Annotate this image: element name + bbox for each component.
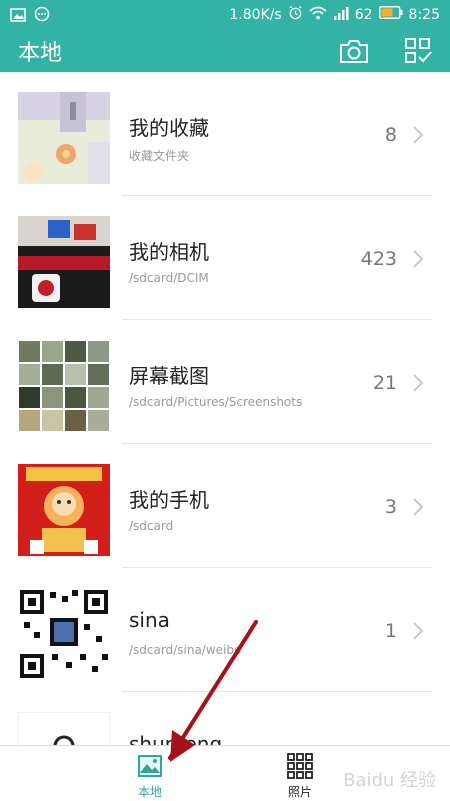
album-count: 8 bbox=[384, 124, 397, 146]
album-row-camera[interactable]: 我的相机 /sdcard/DCIM 423 bbox=[0, 196, 450, 320]
signal-icon bbox=[333, 6, 349, 24]
album-name: shunfeng bbox=[129, 732, 223, 745]
album-thumbnail bbox=[18, 92, 110, 184]
chevron-right-icon bbox=[413, 498, 424, 516]
bottom-nav-local-tab[interactable]: 本地 bbox=[110, 752, 190, 800]
album-thumbnail bbox=[18, 340, 110, 432]
album-path: /sdcard/Pictures/Screenshots bbox=[129, 395, 303, 409]
wifi-icon bbox=[309, 6, 327, 24]
tab-label: 本地 bbox=[137, 785, 162, 799]
grid-icon bbox=[287, 753, 313, 779]
album-path: /sdcard bbox=[129, 519, 174, 533]
network-speed: 1.80K/s bbox=[229, 6, 282, 23]
battery-icon bbox=[378, 6, 403, 23]
album-row-screenshots[interactable]: 屏幕截图 /sdcard/Pictures/Screenshots 21 bbox=[0, 320, 450, 444]
page-title: 本地 bbox=[18, 41, 63, 66]
album-path: /sdcard/DCIM bbox=[129, 271, 209, 285]
album-name: sina bbox=[129, 608, 170, 632]
grid-check-icon bbox=[405, 38, 432, 63]
album-path: 收藏文件夹 bbox=[129, 149, 190, 163]
album-name: 我的相机 bbox=[129, 240, 209, 264]
bottom-nav-photos-tab[interactable]: 照片 bbox=[260, 752, 340, 800]
album-count: 1 bbox=[384, 620, 397, 642]
chevron-right-icon bbox=[413, 622, 424, 640]
album-row-shunfeng[interactable]: shunfeng bbox=[0, 692, 450, 745]
watermark: Baidu 经验 bbox=[343, 770, 436, 791]
clock: 8:25 bbox=[408, 6, 440, 23]
album-thumbnail bbox=[18, 712, 110, 745]
camera-button[interactable] bbox=[338, 36, 370, 66]
album-name: 屏幕截图 bbox=[129, 364, 209, 388]
tab-label: 照片 bbox=[287, 785, 312, 799]
album-list: 我的收藏 收藏文件夹 8 我的相机 /sdcard/DCIM 423 屏幕截图 … bbox=[0, 72, 450, 745]
image-icon bbox=[138, 755, 162, 777]
album-count: 21 bbox=[372, 372, 397, 394]
chevron-right-icon bbox=[413, 126, 424, 144]
album-thumbnail bbox=[18, 216, 110, 308]
status-bar: 1.80K/s 62 8:25 bbox=[0, 0, 450, 30]
chevron-right-icon bbox=[413, 250, 424, 268]
image-notification-icon bbox=[10, 7, 26, 26]
album-path: /sdcard/sina/weibo bbox=[129, 643, 242, 657]
app-bar: 本地 bbox=[0, 30, 450, 72]
album-count: 423 bbox=[360, 248, 397, 270]
more-notification-icon bbox=[34, 6, 50, 26]
album-thumbnail bbox=[18, 464, 110, 556]
alarm-icon bbox=[288, 5, 303, 24]
album-count: 3 bbox=[384, 496, 397, 518]
album-row-favorites[interactable]: 我的收藏 收藏文件夹 8 bbox=[0, 72, 450, 196]
album-thumbnail bbox=[18, 588, 110, 680]
select-mode-button[interactable] bbox=[402, 36, 434, 66]
album-row-sina[interactable]: sina /sdcard/sina/weibo 1 bbox=[0, 568, 450, 692]
album-name: 我的手机 bbox=[129, 488, 209, 512]
album-row-phone[interactable]: 我的手机 /sdcard 3 bbox=[0, 444, 450, 568]
album-name: 我的收藏 bbox=[129, 116, 209, 140]
battery-level: 62 bbox=[354, 6, 373, 23]
chevron-right-icon bbox=[413, 374, 424, 392]
camera-icon bbox=[340, 40, 368, 63]
